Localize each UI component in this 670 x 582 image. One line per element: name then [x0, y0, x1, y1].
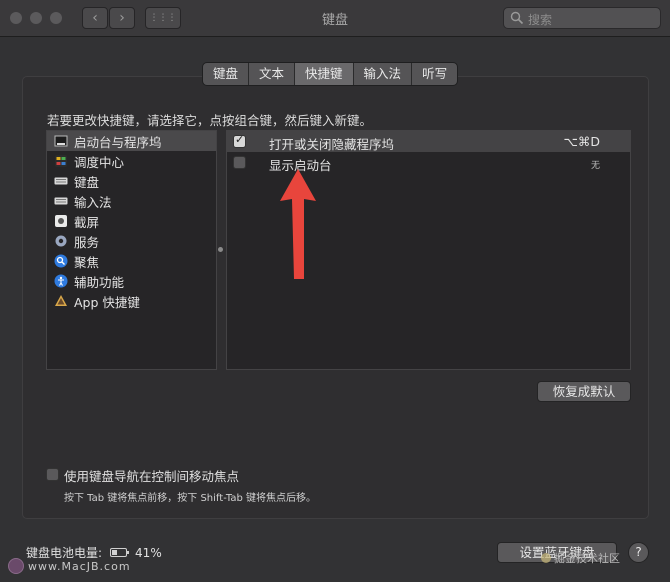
shortcut-enable-checkbox[interactable] — [233, 156, 246, 169]
watermark-left-text: www.MacJB.com — [28, 559, 131, 573]
category-label: 服务 — [74, 234, 100, 250]
search-icon — [510, 11, 524, 25]
battery-percent: 41% — [135, 545, 162, 560]
instruction-text: 若要更改快捷键，请选择它，点按组合键，然后键入新键。 — [47, 113, 373, 128]
category-label: 启动台与程序坞 — [74, 134, 162, 150]
category-item-accessibility[interactable]: 辅助功能 — [47, 271, 216, 291]
category-label: 辅助功能 — [74, 274, 125, 290]
title-bar: ‹ › ⋮⋮⋮ 键盘 搜索 — [0, 0, 670, 37]
search-field[interactable]: 搜索 — [503, 7, 661, 29]
category-label: App 快捷键 — [74, 294, 140, 310]
category-label: 截屏 — [74, 214, 100, 230]
keyboard-icon — [54, 177, 68, 185]
keyboard-navigation-hint: 按下 Tab 键将焦点前移，按下 Shift-Tab 键将焦点后移。 — [64, 493, 316, 504]
category-item-mission-control[interactable]: 调度中心 — [47, 151, 216, 171]
category-label: 输入法 — [74, 194, 112, 210]
help-button[interactable]: ? — [628, 542, 649, 563]
watermark-left: www.MacJB.com — [8, 558, 131, 574]
shortcut-label: 打开或关闭隐藏程序坞 — [269, 137, 395, 152]
restore-defaults-button[interactable]: 恢复成默认 — [537, 381, 631, 402]
input-source-icon — [54, 197, 68, 205]
tab-text[interactable]: 文本 — [249, 63, 296, 85]
category-item-input-sources[interactable]: 输入法 — [47, 191, 216, 211]
category-item-launchpad-dock[interactable]: 启动台与程序坞 — [47, 131, 216, 151]
watermark-right-icon — [541, 553, 551, 563]
keyboard-navigation-checkbox[interactable] — [46, 468, 59, 481]
keyboard-preferences-window: ‹ › ⋮⋮⋮ 键盘 搜索 键盘 文本 快捷键 输入法 听写 若要更改快捷键，请… — [0, 0, 670, 582]
watermark-right-text: 掘金技术社区 — [554, 552, 620, 565]
tab-keyboard[interactable]: 键盘 — [203, 63, 250, 85]
watermark-right: 掘金技术社区 — [541, 550, 620, 566]
keyboard-navigation-label: 使用键盘导航在控制间移动焦点 — [64, 469, 240, 484]
category-item-services[interactable]: 服务 — [47, 231, 216, 251]
tab-bar: 键盘 文本 快捷键 输入法 听写 — [202, 62, 459, 86]
shortcut-enable-checkbox[interactable] — [233, 133, 246, 148]
shortcut-key[interactable]: ⌥⌘D — [563, 134, 600, 149]
category-label: 键盘 — [74, 174, 100, 190]
red-arrow-annotation — [280, 169, 316, 279]
shortcut-key[interactable]: 无 — [591, 158, 600, 171]
tab-input-sources[interactable]: 输入法 — [354, 63, 413, 85]
watermark-logo-icon — [8, 558, 24, 574]
screenshot-icon — [55, 215, 67, 227]
category-item-spotlight[interactable]: 聚焦 — [47, 251, 216, 271]
battery-icon — [110, 548, 130, 557]
spotlight-icon — [54, 254, 68, 268]
shortcut-row-dock-hiding[interactable]: 打开或关闭隐藏程序坞 ⌥⌘D — [227, 131, 630, 152]
launchpad-dock-icon — [54, 135, 68, 147]
app-shortcuts-icon — [55, 295, 67, 306]
category-label: 聚焦 — [74, 254, 100, 270]
gear-icon — [55, 235, 67, 247]
category-item-app-shortcuts[interactable]: App 快捷键 — [47, 291, 216, 311]
mission-control-icon — [55, 155, 67, 167]
category-list: 启动台与程序坞 调度中心 键盘 输入法 截屏 服务 聚焦 辅助功能 App 快捷… — [46, 130, 217, 370]
search-placeholder: 搜索 — [528, 13, 553, 27]
tab-dictation[interactable]: 听写 — [412, 63, 457, 85]
category-label: 调度中心 — [74, 154, 125, 170]
accessibility-icon — [54, 274, 68, 288]
category-item-screenshot[interactable]: 截屏 — [47, 211, 216, 231]
split-divider-handle[interactable] — [218, 247, 223, 252]
category-item-keyboard[interactable]: 键盘 — [47, 171, 216, 191]
tab-shortcuts[interactable]: 快捷键 — [295, 63, 354, 85]
